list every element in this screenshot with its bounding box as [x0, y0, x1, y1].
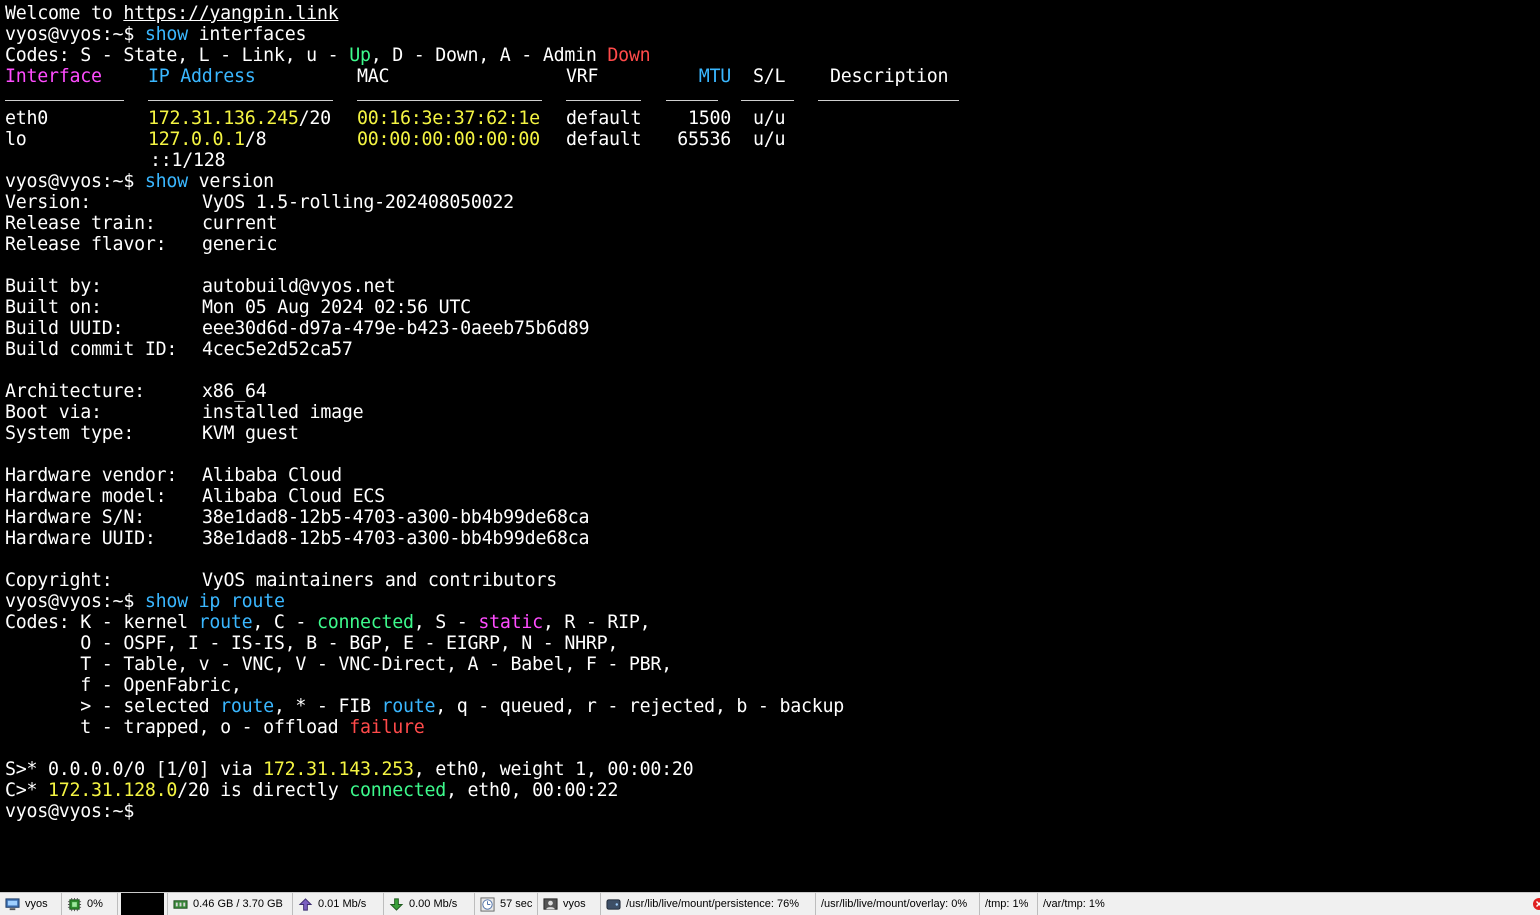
version-value: VyOS maintainers and contributors	[202, 570, 557, 591]
version-line: System type: KVM guest	[5, 423, 1540, 444]
version-line: Architecture: x86_64	[5, 381, 1540, 402]
version-output: Version: VyOS 1.5-rolling-202408050022 Rel…	[5, 192, 1540, 591]
uptime-indicator[interactable]: 57 sec	[475, 893, 538, 915]
version-line: Built on: Mon 05 Aug 2024 02:56 UTC	[5, 297, 1540, 318]
table-row: lo 127.0.0.1/8 00:00:00:00:00:00 default 655…	[5, 129, 786, 150]
host-indicator[interactable]: vyos	[0, 893, 62, 915]
interface-header: Interface IP Address MAC VRF MTU S/L Descripti…	[5, 66, 949, 87]
cpu-chip-icon	[67, 897, 82, 911]
route-entry: S>* 0.0.0.0/0 [1/0] via 172.31.143.253, …	[5, 759, 694, 780]
version-line: Version: VyOS 1.5-rolling-202408050022	[5, 192, 1540, 213]
version-value: Alibaba Cloud ECS	[202, 486, 385, 507]
status-bar: vyos 0% 0.46 GB / 3.70 GB 0.01 Mb/s 0.00…	[0, 892, 1540, 915]
version-line: Build UUID: eee30d6d-d97a-479e-b423-0aeeb…	[5, 318, 1540, 339]
version-key: Hardware S/N:	[5, 507, 145, 528]
interface-header-rule	[5, 87, 1540, 108]
network-upload-indicator[interactable]: 0.01 Mb/s	[293, 893, 384, 915]
version-key: System type:	[5, 423, 135, 444]
version-key: Architecture:	[5, 381, 145, 402]
version-key: Copyright:	[5, 570, 113, 591]
cpu-graph	[118, 893, 168, 915]
route-codes: O - OSPF, I - IS-IS, B - BGP, E - EIGRP,…	[5, 633, 619, 654]
version-line: Release flavor: generic	[5, 234, 1540, 255]
prompt: vyos@vyos:~$	[5, 24, 135, 45]
memory-icon	[173, 899, 188, 909]
table-row-extra-ip: ::1/128	[150, 150, 226, 171]
disk-usage-tmp[interactable]: /tmp: 1%	[980, 893, 1038, 915]
version-line: Hardware UUID: 38e1dad8-12b5-4703-a300-bb…	[5, 528, 1540, 549]
prompt-line: vyos@vyos:~$ show ip route	[5, 591, 285, 612]
user-icon	[543, 897, 558, 910]
upload-icon	[298, 897, 313, 911]
version-key: Hardware vendor:	[5, 465, 178, 486]
version-line: Built by: autobuild@vyos.net	[5, 276, 1540, 297]
version-value: 4cec5e2d52ca57	[202, 339, 353, 360]
version-value: x86_64	[202, 381, 267, 402]
version-key: Hardware model:	[5, 486, 167, 507]
version-value: 38e1dad8-12b5-4703-a300-bb4b99de68ca	[202, 528, 590, 549]
prompt-line: vyos@vyos:~$ show version	[5, 171, 274, 192]
prompt-line[interactable]: vyos@vyos:~$	[5, 801, 1540, 822]
version-value: generic	[202, 234, 278, 255]
version-key: Boot via:	[5, 402, 102, 423]
version-value: autobuild@vyos.net	[202, 276, 396, 297]
user-indicator[interactable]: vyos	[538, 893, 601, 915]
terminal-output[interactable]: Welcome to https://yangpin.link vyos@vyo…	[0, 0, 1540, 892]
memory-indicator[interactable]: 0.46 GB / 3.70 GB	[168, 893, 293, 915]
disk-usage-var-tmp[interactable]: /var/tmp: 1%	[1038, 893, 1118, 915]
route-codes: t - trapped, o - offload failure	[5, 717, 425, 738]
version-key: Hardware UUID:	[5, 528, 156, 549]
version-value: VyOS 1.5-rolling-202408050022	[202, 192, 514, 213]
version-line: Build commit ID: 4cec5e2d52ca57	[5, 339, 1540, 360]
version-value: current	[202, 213, 278, 234]
prompt-line: vyos@vyos:~$ show interfaces	[5, 24, 307, 45]
version-key: Build commit ID:	[5, 339, 178, 360]
route-codes: Codes: K - kernel route, C - connected, …	[5, 612, 651, 633]
version-line: Release train: current	[5, 213, 1540, 234]
route-entry: C>* 172.31.128.0/20 is directly connecte…	[5, 780, 619, 801]
version-line: Hardware model: Alibaba Cloud ECS	[5, 486, 1540, 507]
version-line: Hardware S/N: 38e1dad8-12b5-4703-a300-bb4…	[5, 507, 1540, 528]
version-value: Alibaba Cloud	[202, 465, 342, 486]
version-line: Boot via: installed image	[5, 402, 1540, 423]
host-icon	[5, 897, 20, 910]
version-value: Mon 05 Aug 2024 02:56 UTC	[202, 297, 471, 318]
close-icon[interactable]	[1531, 893, 1540, 915]
cpu-graph-canvas	[121, 893, 164, 915]
welcome-line: Welcome to https://yangpin.link	[5, 3, 339, 24]
route-codes: T - Table, v - VNC, V - VNC-Direct, A - …	[5, 654, 672, 675]
disk-usage-overlay[interactable]: /usr/lib/live/mount/overlay: 0%	[816, 893, 980, 915]
version-value: 38e1dad8-12b5-4703-a300-bb4b99de68ca	[202, 507, 590, 528]
clock-icon	[480, 896, 495, 912]
version-key: Built on:	[5, 297, 102, 318]
table-row: eth0 172.31.136.245/20 00:16:3e:37:62:1e de…	[5, 108, 786, 129]
disk-usage-persistence[interactable]: /usr/lib/live/mount/persistence: 76%	[601, 893, 816, 915]
version-value: KVM guest	[202, 423, 299, 444]
version-key: Build UUID:	[5, 318, 124, 339]
download-icon	[389, 897, 404, 911]
disk-icon	[606, 898, 621, 910]
version-line: Hardware vendor: Alibaba Cloud	[5, 465, 1540, 486]
version-value: installed image	[202, 402, 364, 423]
route-codes: f - OpenFabric,	[5, 675, 242, 696]
version-line: Copyright: VyOS maintainers and contribut…	[5, 570, 1540, 591]
welcome-link[interactable]: https://yangpin.link	[123, 3, 338, 24]
route-codes: > - selected route, * - FIB route, q - q…	[5, 696, 844, 717]
version-key: Built by:	[5, 276, 102, 297]
cpu-indicator[interactable]: 0%	[62, 893, 118, 915]
interface-codes: Codes: S - State, L - Link, u - Up, D - …	[5, 45, 651, 66]
network-download-indicator[interactable]: 0.00 Mb/s	[384, 893, 475, 915]
version-value: eee30d6d-d97a-479e-b423-0aeeb75b6d89	[202, 318, 590, 339]
